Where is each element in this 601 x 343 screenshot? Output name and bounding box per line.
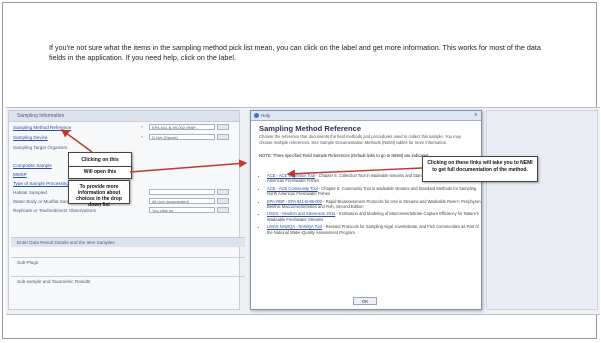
form-row: Sampling Device * D-Net (Dipnet) (13, 133, 239, 142)
dropdown-button[interactable] (217, 207, 229, 213)
ok-button[interactable]: OK (353, 297, 377, 305)
close-icon[interactable]: x (475, 111, 478, 120)
form-row: Sampling Target Organism (13, 143, 239, 152)
field-dropdown[interactable]: EPA 841-B-99-002 (RBP... (149, 124, 215, 130)
field-label[interactable]: Composite Sample (13, 161, 52, 170)
form-row: Replicate or Tow/Sediment Observations Yo… (13, 206, 239, 215)
sampling-panel: Sampling Information Sampling Method Ref… (8, 110, 245, 310)
modal-title: Sampling Method Reference (259, 124, 362, 133)
field-dropdown[interactable]: You click on (149, 207, 215, 213)
section-header[interactable]: Sub-Plugs (11, 257, 245, 267)
help-icon (254, 113, 259, 118)
callout-links: Clicking on these links will take you to… (422, 156, 538, 182)
dropdown-button[interactable] (217, 134, 229, 140)
reference-link[interactable]: ACE - ACE Collection Tool (267, 173, 315, 178)
required-marker: * (141, 135, 143, 140)
callout-links-text: Clicking on these links will take you to… (427, 160, 533, 173)
panel-header: Sampling Information (9, 111, 239, 122)
callout-clicking-text: Clicking on this (81, 157, 119, 163)
right-pane (486, 110, 598, 310)
field-label[interactable]: Sampling Method Reference (13, 123, 71, 132)
help-window-title: Help (261, 113, 271, 118)
callout-provide-info: To provide more information about choice… (68, 180, 130, 208)
field-dropdown[interactable] (149, 189, 215, 195)
reference-item: ACE - ACE Community Tool - Chapter 6: Co… (267, 186, 483, 197)
field-dropdown[interactable]: D-Net (Dipnet) (149, 134, 215, 140)
reference-item: USGS NAWQA - NAWQA Tool - Revised Protoc… (267, 224, 483, 235)
slide-frame: If you're not sure what the items in the… (2, 2, 600, 339)
modal-note: NOTE: Three specified Field Sample Refer… (259, 153, 430, 158)
dropdown-button[interactable] (217, 198, 229, 204)
field-label[interactable]: MMSP (13, 170, 27, 179)
form-row: Sampling Method Reference * EPA 841-B-99-0… (13, 123, 239, 132)
modal-intro: Choose the reference that documents the … (259, 134, 462, 145)
callout-will-open: Will open this (68, 166, 132, 179)
reference-item: EPA-RBP - EPA 841-B-99-002 - Rapid Bioas… (267, 199, 483, 210)
app-window: Sampling Information Sampling Method Ref… (6, 107, 600, 315)
required-marker: * (141, 125, 143, 130)
field-label: Habitat Sampled (13, 190, 47, 195)
reference-link[interactable]: EPA-RBP - EPA 841-B-99-002 (267, 199, 322, 204)
dropdown-button[interactable] (217, 189, 229, 195)
intro-text: If you're not sure what the items in the… (49, 43, 541, 62)
field-label[interactable]: Type of Sample Processing (13, 179, 69, 188)
reference-item: USGS - Moulton and Stevenson 2011 - Esti… (267, 211, 483, 222)
section-header[interactable]: Sub-sample and Taxonomic Results (11, 276, 245, 286)
field-dropdown[interactable]: All (not documented) (149, 198, 215, 204)
field-label: Replicate or Tow/Sediment Observations (13, 208, 96, 213)
callout-will-open-text: Will open this (83, 169, 117, 175)
field-label: Sampling Target Organism (13, 145, 68, 150)
reference-link[interactable]: ACE - ACE Community Tool (267, 186, 318, 191)
dropdown-button[interactable] (217, 124, 229, 130)
field-label[interactable]: Sampling Device (13, 133, 47, 142)
help-titlebar: Help x (251, 111, 481, 121)
help-dialog: Help x Sampling Method Reference Choose … (250, 110, 482, 310)
section-header[interactable]: Enter Data Result Details and the Item S… (11, 237, 245, 247)
reference-link[interactable]: USGS - Moulton and Stevenson 2011 (267, 211, 335, 216)
reference-list: ACE - ACE Collection Tool - Chapter 6: C… (259, 173, 483, 237)
reference-link[interactable]: USGS NAWQA - NAWQA Tool (267, 224, 322, 229)
